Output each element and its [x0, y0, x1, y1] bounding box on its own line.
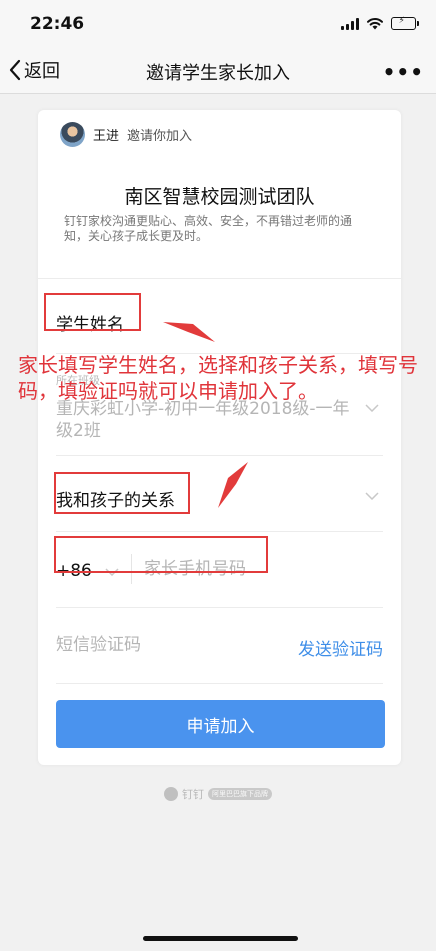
divider	[56, 683, 383, 684]
sms-code-input[interactable]	[56, 632, 256, 658]
apply-button[interactable]: 申请加入	[56, 700, 385, 748]
inviter-name: 王进	[93, 129, 120, 144]
annotation-box-relation	[54, 472, 190, 514]
footer-brand: 钉钉 阿里巴巴旗下品牌	[164, 786, 272, 802]
chevron-down-icon	[365, 492, 379, 500]
home-indicator	[143, 936, 298, 941]
nav-bar: 返回 邀请学生家长加入 •••	[0, 48, 436, 94]
team-name: 南区智慧校园测试团队	[124, 186, 315, 208]
invite-card: 王进 邀请你加入 南区智慧校园测试团队 钉钉家校沟通更贴心、高效、安全，不再错过…	[38, 110, 401, 765]
avatar	[60, 122, 85, 147]
inviter-row: 王进 邀请你加入	[60, 122, 192, 147]
status-icons	[341, 17, 419, 30]
status-bar: 22:46	[0, 0, 436, 48]
brand-tag: 阿里巴巴旗下品牌	[208, 788, 272, 800]
chevron-down-icon	[365, 404, 379, 412]
annotation-text: 家长填写学生姓名，选择和孩子关系，填写号码，填验证吗就可以申请加入了。	[18, 353, 418, 403]
send-code-link[interactable]: 发送验证码	[298, 635, 383, 660]
annotation-box-student-name	[44, 293, 141, 331]
wifi-icon	[367, 17, 383, 30]
inviter-text: 邀请你加入	[127, 129, 193, 144]
brand-name: 钉钉	[182, 788, 204, 801]
divider	[56, 455, 383, 456]
battery-icon	[391, 17, 419, 30]
page-title: 邀请学生家长加入	[146, 63, 290, 84]
status-time: 22:46	[30, 14, 85, 34]
dingtalk-logo-icon	[164, 787, 178, 801]
divider	[56, 607, 383, 608]
signal-icon	[341, 17, 359, 30]
annotation-box-phone	[54, 536, 268, 573]
more-icon[interactable]: •••	[383, 60, 424, 84]
team-description: 钉钉家校沟通更贴心、高效、安全，不再错过老师的通知，关心孩子成长更及时。	[64, 214, 353, 243]
divider	[38, 278, 401, 279]
class-value: 重庆彩虹小学-初中一年级2018级-一年级2班	[56, 399, 350, 441]
divider	[56, 531, 383, 532]
